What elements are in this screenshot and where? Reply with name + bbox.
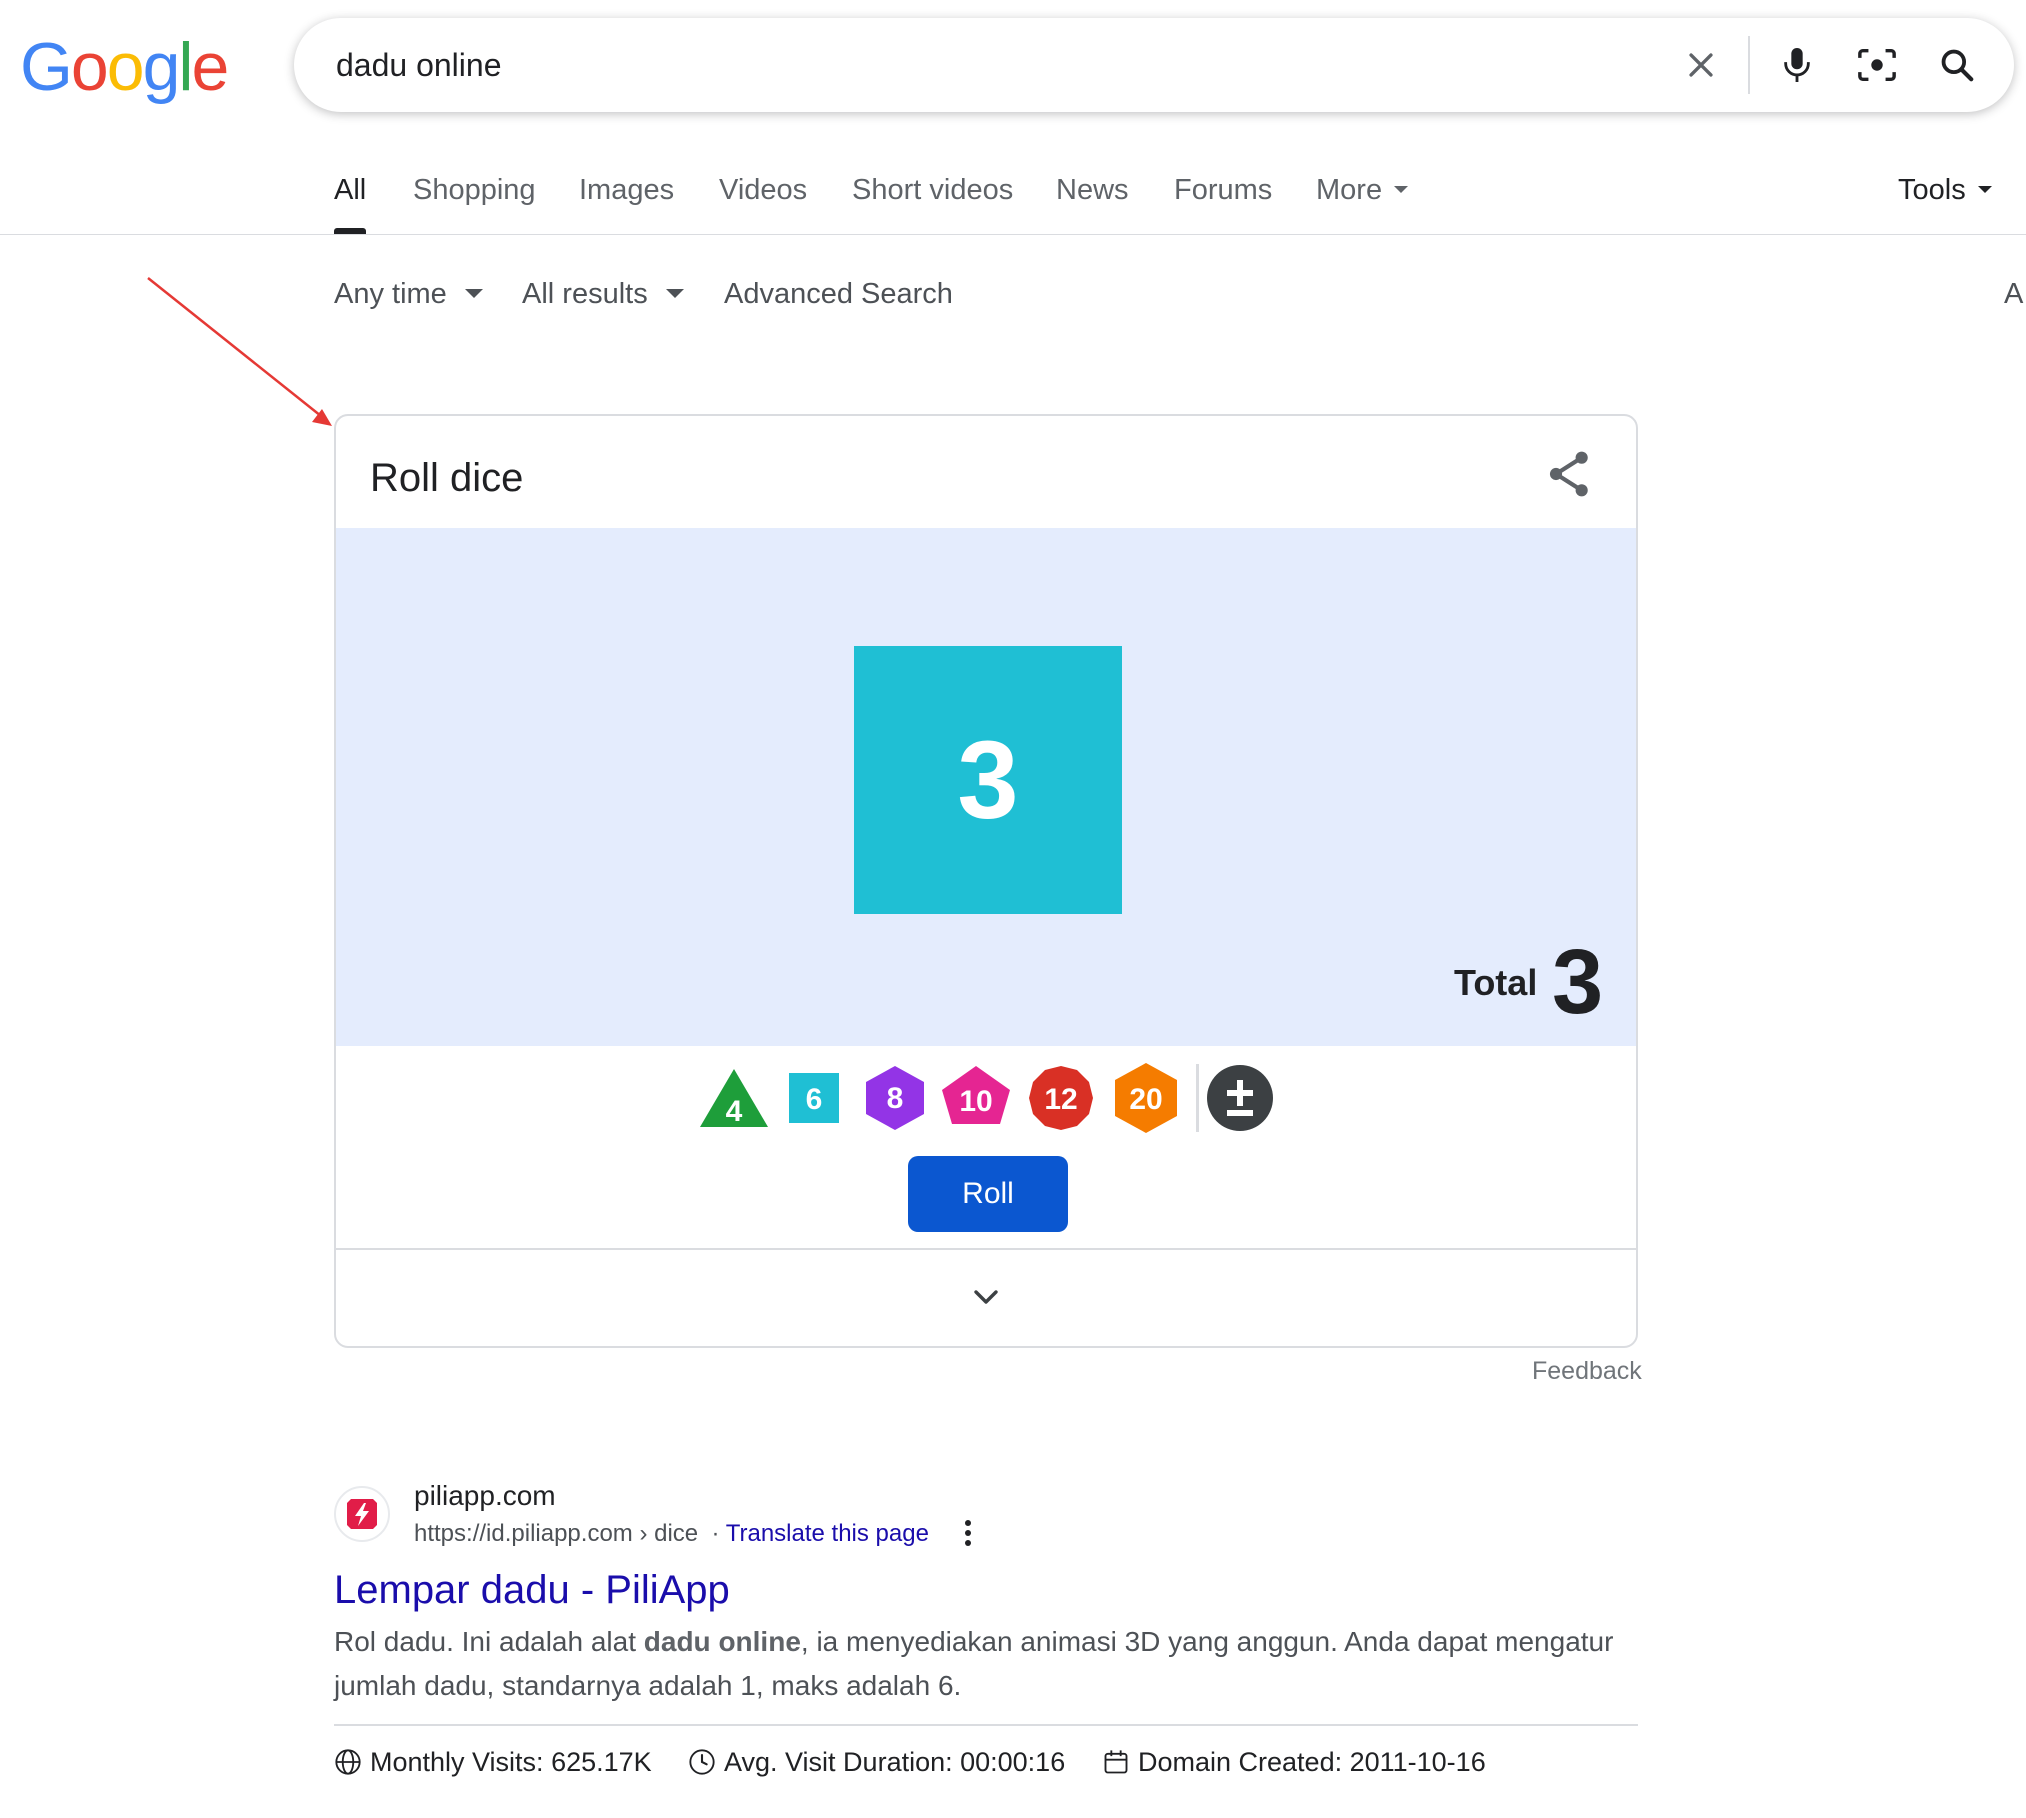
tab-all[interactable]: All	[334, 170, 366, 210]
visit-duration-text: Avg. Visit Duration: 00:00:16	[724, 1747, 1066, 1777]
add-remove-dice-button[interactable]	[1204, 1056, 1276, 1140]
feedback-link[interactable]: Feedback	[1532, 1354, 1642, 1388]
logo-letter: g	[142, 29, 181, 105]
tab-news[interactable]: News	[1056, 170, 1129, 210]
monthly-visits-text: Monthly Visits: 625.17K	[370, 1747, 652, 1777]
search-input[interactable]: dadu online	[336, 42, 501, 88]
search-icon[interactable]	[1934, 42, 1980, 88]
hexagon-die-icon: 8	[866, 1066, 924, 1130]
more-options-icon[interactable]	[956, 1516, 980, 1550]
search-divider	[1748, 36, 1750, 94]
d12-button[interactable]: 12	[1026, 1056, 1096, 1140]
advanced-search-link[interactable]: Advanced Search	[724, 274, 953, 314]
clock-icon	[689, 1749, 715, 1775]
calendar-icon	[1104, 1750, 1128, 1774]
search-box[interactable]: dadu online	[294, 18, 2014, 112]
domain-created-stat: Domain Created: 2011-10-16	[1102, 1744, 1486, 1780]
logo-letter: l	[178, 29, 193, 105]
die-value: 3	[957, 718, 1019, 842]
d8-label: 8	[887, 1082, 904, 1115]
clipped-filter-label[interactable]: A	[2004, 274, 2023, 314]
google-logo[interactable]: Google	[20, 29, 230, 105]
card-divider	[336, 1248, 1636, 1250]
d20-label: 20	[1129, 1083, 1162, 1116]
roll-dice-widget: Roll dice 3 Total 3 4 6 8 10 12 20 Roll	[334, 414, 1638, 1348]
tab-forums[interactable]: Forums	[1174, 170, 1272, 210]
dropdown-arrow-icon	[665, 288, 684, 298]
tab-more-label: More	[1316, 174, 1383, 206]
site-favicon[interactable]	[334, 1486, 390, 1542]
widget-title: Roll dice	[370, 456, 524, 500]
roll-button[interactable]: Roll	[908, 1156, 1068, 1232]
tab-images[interactable]: Images	[579, 170, 674, 210]
time-filter[interactable]: Any time	[334, 274, 483, 314]
plus-minus-icon	[1207, 1065, 1273, 1131]
piliapp-logo-icon	[347, 1499, 377, 1529]
snippet-highlight: dadu online	[643, 1626, 801, 1657]
visit-duration-stat: Avg. Visit Duration: 00:00:16	[688, 1744, 1065, 1780]
icosahedron-die-icon: 20	[1115, 1063, 1177, 1133]
microphone-icon[interactable]	[1774, 42, 1820, 88]
dice-type-selector: 4 6 8 10 12 20	[336, 1056, 1636, 1140]
tools-button[interactable]: Tools	[1898, 170, 1992, 210]
chevron-down-icon	[1977, 185, 1992, 193]
logo-letter: G	[20, 29, 73, 105]
snippet-start: Rol dadu. Ini adalah alat	[334, 1626, 644, 1657]
result-url-line: https://id.piliapp.com › dice · Translat…	[414, 1518, 929, 1550]
d4-button[interactable]: 4	[698, 1056, 770, 1140]
d10-label: 10	[959, 1085, 992, 1118]
square-die-icon: 6	[789, 1073, 839, 1123]
result-snippet: Rol dadu. Ini adalah alat dadu online, i…	[334, 1620, 1644, 1708]
d12-label: 12	[1044, 1083, 1077, 1116]
dodecagon-die-icon: 12	[1029, 1066, 1093, 1130]
result-title-link[interactable]: Lempar dadu - PiliApp	[334, 1564, 730, 1616]
camera-lens-icon[interactable]	[1854, 42, 1900, 88]
dice-divider	[1196, 1064, 1199, 1132]
results-filter-label: All results	[522, 278, 648, 310]
d10-button[interactable]: 10	[940, 1056, 1012, 1140]
logo-letter: o	[70, 29, 109, 105]
triangle-die-icon: 4	[700, 1069, 768, 1128]
clear-icon[interactable]	[1678, 42, 1724, 88]
die-face[interactable]: 3	[854, 646, 1122, 914]
logo-letter: e	[191, 29, 230, 105]
d8-button[interactable]: 8	[860, 1056, 930, 1140]
annotation-arrow	[147, 277, 332, 426]
domain-created-text: Domain Created: 2011-10-16	[1138, 1747, 1486, 1777]
tools-label: Tools	[1898, 174, 1966, 206]
tab-shopping[interactable]: Shopping	[413, 170, 536, 210]
results-filter[interactable]: All results	[522, 274, 684, 314]
url-separator: ·	[698, 1520, 726, 1547]
tab-videos[interactable]: Videos	[719, 170, 807, 210]
d20-button[interactable]: 20	[1110, 1056, 1182, 1140]
translate-link[interactable]: Translate this page	[726, 1520, 929, 1547]
tab-short-videos[interactable]: Short videos	[852, 170, 1013, 210]
diamond-die-icon: 10	[942, 1066, 1010, 1124]
dropdown-arrow-icon	[464, 288, 483, 298]
result-url[interactable]: https://id.piliapp.com › dice	[414, 1520, 698, 1547]
tabs-divider	[0, 234, 2026, 235]
monthly-visits-stat: Monthly Visits: 625.17K	[334, 1744, 652, 1780]
result-site-name[interactable]: piliapp.com	[414, 1478, 556, 1514]
share-icon[interactable]	[1542, 446, 1598, 502]
dice-display: 3 Total 3	[336, 528, 1636, 1046]
d6-button[interactable]: 6	[784, 1056, 844, 1140]
d6-label: 6	[806, 1083, 823, 1116]
chevron-down-icon	[1394, 185, 1409, 193]
expand-chevron-icon[interactable]	[956, 1278, 1016, 1318]
time-filter-label: Any time	[334, 278, 447, 310]
logo-letter: o	[106, 29, 145, 105]
stats-divider	[334, 1724, 1638, 1726]
d4-label: 4	[726, 1095, 743, 1128]
total-value: 3	[1552, 931, 1604, 1033]
total-label: Total	[1454, 962, 1538, 1003]
tab-more[interactable]: More	[1316, 170, 1409, 210]
globe-icon	[335, 1749, 361, 1775]
